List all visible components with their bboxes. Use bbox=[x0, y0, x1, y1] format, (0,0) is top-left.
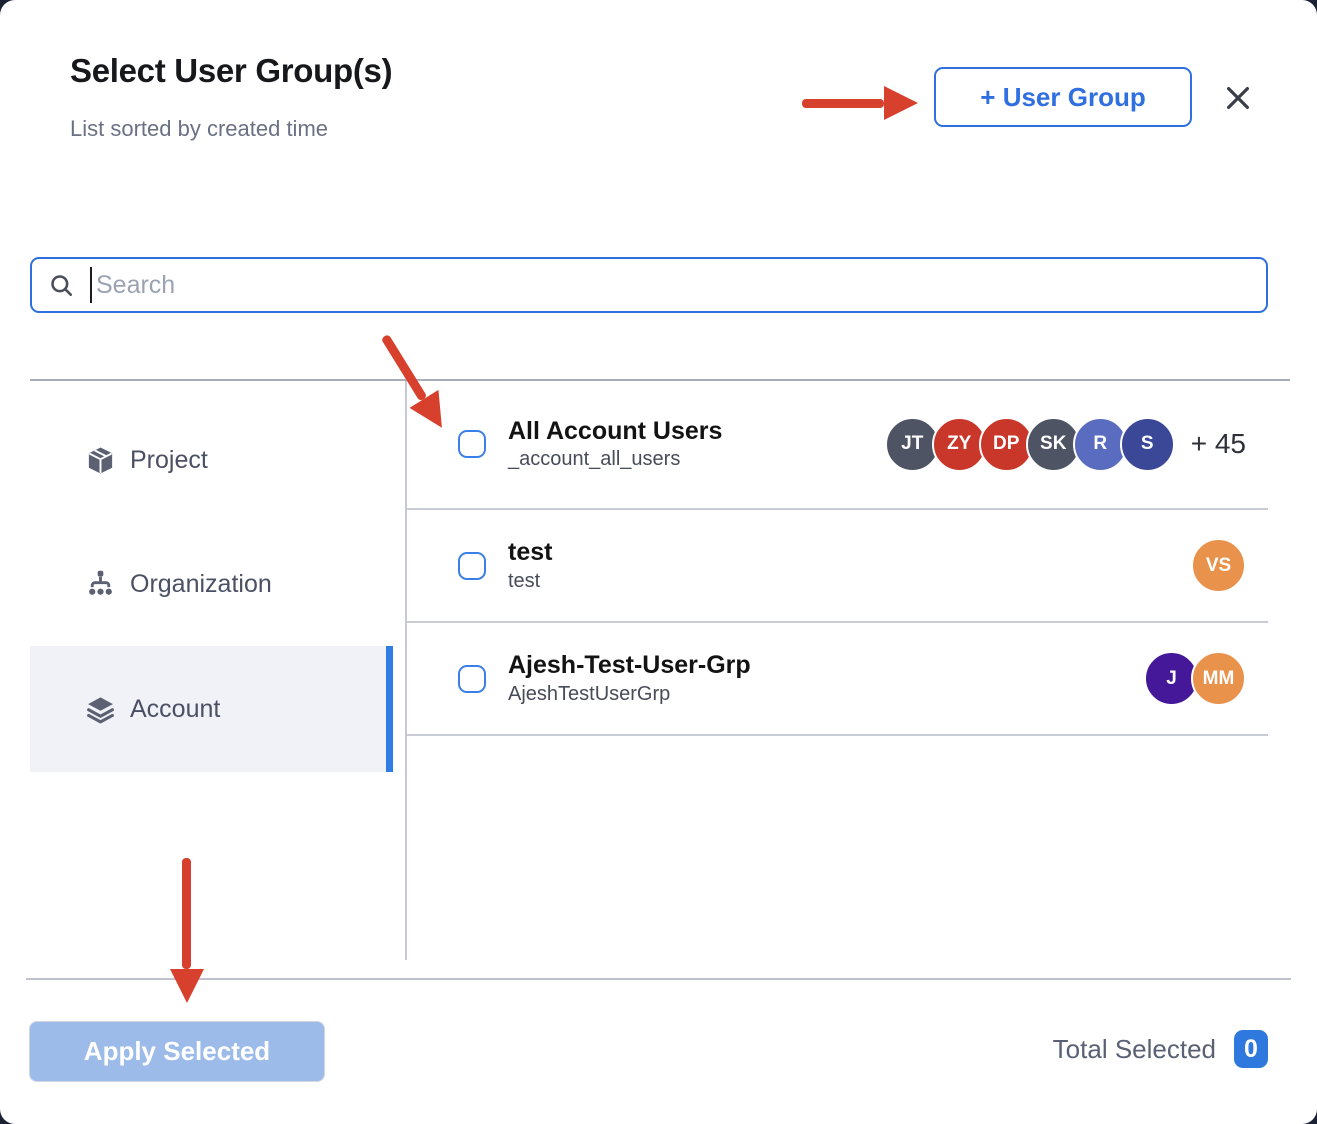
sidebar-item-label: Account bbox=[130, 695, 220, 724]
avatar: S bbox=[1120, 417, 1175, 472]
sidebar-item-label: Organization bbox=[130, 570, 272, 599]
search-box[interactable] bbox=[30, 257, 1268, 313]
sidebar-item-project[interactable]: Project bbox=[30, 398, 393, 522]
total-selected-count-badge: 0 bbox=[1234, 1030, 1268, 1068]
group-text: Ajesh-Test-User-Grp AjeshTestUserGrp bbox=[508, 651, 751, 706]
total-selected-label: Total Selected bbox=[1053, 1034, 1216, 1065]
avatar-overflow-count: + 45 bbox=[1191, 428, 1246, 460]
select-user-group-modal: Select User Group(s) List sorted by crea… bbox=[0, 0, 1317, 1124]
group-id: test bbox=[508, 570, 552, 593]
group-checkbox[interactable] bbox=[458, 552, 486, 580]
avatar: MM bbox=[1191, 651, 1246, 706]
group-id: AjeshTestUserGrp bbox=[508, 683, 751, 706]
group-text: All Account Users_account_all_users bbox=[508, 417, 722, 472]
search-input[interactable] bbox=[92, 271, 1266, 300]
sidebar-item-label: Project bbox=[130, 446, 208, 475]
org-chart-icon bbox=[85, 569, 116, 600]
group-name: All Account Users bbox=[508, 417, 722, 446]
sidebar-item-account[interactable]: Account bbox=[30, 646, 393, 772]
sidebar-item-organization[interactable]: Organization bbox=[30, 522, 393, 646]
group-text: test test bbox=[508, 538, 552, 593]
group-id: _account_all_users bbox=[508, 448, 722, 471]
divider bbox=[26, 978, 1291, 980]
page-title: Select User Group(s) bbox=[70, 52, 392, 90]
avatar-stack: VS bbox=[1191, 538, 1246, 593]
package-icon bbox=[85, 445, 116, 476]
group-row: Ajesh-Test-User-Grp AjeshTestUserGrp JMM bbox=[407, 623, 1268, 736]
group-row: All Account Users_account_all_usersJTZYD… bbox=[407, 380, 1268, 510]
add-user-group-button[interactable]: + User Group bbox=[934, 67, 1192, 127]
close-icon[interactable] bbox=[1220, 80, 1256, 116]
group-name: test bbox=[508, 538, 552, 567]
sort-info-text: List sorted by created time bbox=[70, 116, 328, 142]
sidebar: Project Organization Account bbox=[0, 380, 405, 978]
group-row: test test VS bbox=[407, 510, 1268, 623]
search-icon bbox=[48, 272, 75, 299]
layers-icon bbox=[85, 694, 116, 725]
group-list: All Account Users_account_all_usersJTZYD… bbox=[407, 380, 1268, 736]
apply-selected-button[interactable]: Apply Selected bbox=[30, 1022, 324, 1081]
avatar-stack: JTZYDPSKRS+ 45 bbox=[885, 417, 1246, 472]
group-checkbox[interactable] bbox=[458, 665, 486, 693]
group-name: Ajesh-Test-User-Grp bbox=[508, 651, 751, 680]
total-selected: Total Selected 0 bbox=[1053, 1030, 1268, 1068]
group-checkbox[interactable] bbox=[458, 430, 486, 458]
avatar: VS bbox=[1191, 538, 1246, 593]
annotation-arrow-user-group-button bbox=[802, 86, 918, 120]
avatar-stack: JMM bbox=[1144, 651, 1246, 706]
